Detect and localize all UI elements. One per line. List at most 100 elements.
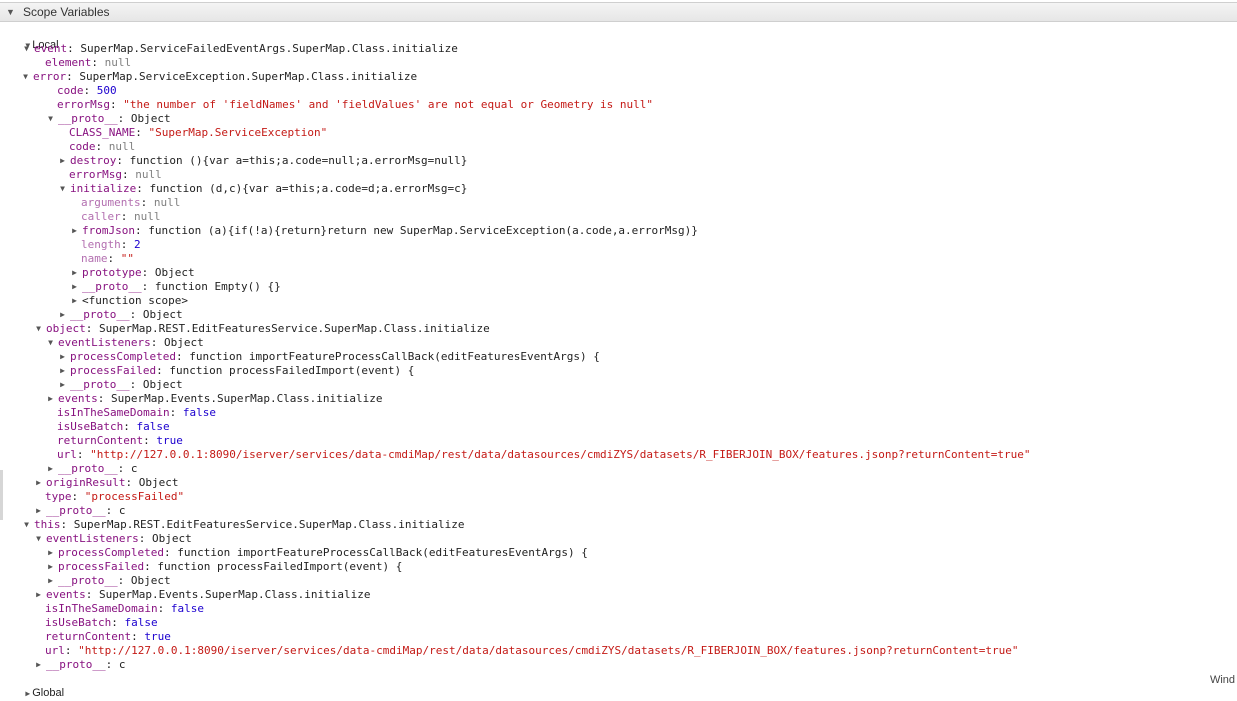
tree-row[interactable]: ▶ originResult: Object bbox=[36, 476, 179, 490]
scope-variables-header[interactable]: ▼ Scope Variables bbox=[0, 2, 1237, 22]
property-separator: : bbox=[175, 350, 190, 363]
expand-down-icon[interactable]: ▼ bbox=[22, 518, 31, 532]
property-name: __proto__ bbox=[70, 308, 130, 321]
property-separator: : bbox=[83, 84, 97, 97]
tree-row[interactable]: ▶ __proto__: Object bbox=[60, 378, 183, 392]
tree-row[interactable]: ▼ event: SuperMap.ServiceFailedEventArgs.… bbox=[24, 42, 458, 56]
property-separator: : bbox=[134, 224, 149, 237]
property-value: SuperMap.REST.EditFeaturesService.SuperM… bbox=[99, 322, 490, 335]
expand-right-icon[interactable]: ▶ bbox=[70, 224, 79, 238]
expand-right-icon[interactable]: ▶ bbox=[46, 574, 55, 588]
property-value: function (){var a=this;a.code=null;a.err… bbox=[129, 154, 468, 167]
tree-row[interactable]: ▶ processCompleted: function importFeatur… bbox=[60, 350, 600, 364]
tree-row[interactable]: ▼ __proto__: Object bbox=[48, 112, 171, 126]
expand-right-icon[interactable]: ▶ bbox=[46, 462, 55, 476]
property-separator: : bbox=[76, 448, 91, 461]
tree-row[interactable]: ▶ fromJson: function (a){if(!a){return}re… bbox=[72, 224, 698, 238]
tree-row[interactable]: ▼ error: SuperMap.ServiceException.SuperM… bbox=[23, 70, 417, 84]
expand-down-icon[interactable]: ▼ bbox=[21, 70, 30, 84]
expand-right-icon[interactable]: ▶ bbox=[34, 588, 43, 602]
expand-right-icon[interactable]: ▶ bbox=[70, 266, 79, 280]
expand-right-icon[interactable]: ▶ bbox=[58, 364, 67, 378]
property-separator: : bbox=[125, 476, 139, 489]
property-separator: : bbox=[117, 574, 131, 587]
property-separator: : bbox=[67, 42, 81, 55]
property-name: processCompleted bbox=[70, 350, 176, 363]
property-name: __proto__ bbox=[58, 462, 118, 475]
tree-row[interactable]: ▶ __proto__: c bbox=[36, 504, 125, 518]
tree-row[interactable]: ▶ processCompleted: function importFeatur… bbox=[48, 546, 588, 560]
tree-row[interactable]: ▶ events: SuperMap.Events.SuperMap.Class.… bbox=[36, 588, 370, 602]
expand-down-icon[interactable]: ▼ bbox=[34, 532, 43, 546]
property-separator: : bbox=[157, 602, 171, 615]
property-name: code bbox=[57, 84, 84, 97]
property-value: SuperMap.REST.EditFeaturesService.SuperM… bbox=[73, 518, 465, 531]
property-name: __proto__ bbox=[58, 574, 118, 587]
tree-row[interactable]: ▶ <function scope> bbox=[72, 294, 188, 308]
tree-row[interactable]: ▼ this: SuperMap.REST.EditFeaturesService… bbox=[24, 518, 465, 532]
property-value: function (d,c){var a=this;a.code=d;a.err… bbox=[149, 182, 468, 195]
property-name: returnContent bbox=[57, 434, 144, 447]
expand-down-icon[interactable]: ▼ bbox=[22, 42, 31, 56]
expand-right-icon[interactable]: ▶ bbox=[58, 378, 67, 392]
property-separator: : bbox=[163, 546, 178, 559]
tree-row[interactable]: ▶ __proto__: c bbox=[48, 462, 137, 476]
property-value: true bbox=[156, 434, 183, 447]
tree-row: code: null bbox=[69, 140, 135, 154]
tree-row[interactable]: ▶ __proto__: Object bbox=[60, 308, 183, 322]
expand-right-icon[interactable]: ▶ bbox=[58, 308, 67, 322]
property-name: destroy bbox=[70, 154, 117, 167]
property-separator: : bbox=[107, 252, 121, 265]
property-value: Object bbox=[138, 476, 179, 489]
collapse-triangle-icon[interactable]: ▼ bbox=[6, 3, 15, 21]
expand-right-icon[interactable]: ▶ bbox=[46, 560, 55, 574]
scope-variables-title: Scope Variables bbox=[23, 5, 110, 19]
tree-row[interactable]: ▶ __proto__: c bbox=[36, 658, 126, 672]
property-separator: : bbox=[129, 378, 143, 391]
property-separator: : bbox=[120, 210, 134, 223]
tree-row[interactable]: ▼ eventListeners: Object bbox=[48, 336, 204, 350]
expand-down-icon[interactable]: ▼ bbox=[58, 182, 67, 196]
left-resize-gutter[interactable] bbox=[0, 470, 3, 520]
property-name: url bbox=[57, 448, 77, 461]
expand-down-icon[interactable]: ▼ bbox=[34, 322, 43, 336]
property-name: eventListeners bbox=[46, 532, 139, 545]
expand-right-icon[interactable]: ▶ bbox=[70, 280, 79, 294]
tree-row: arguments: null bbox=[81, 196, 180, 210]
local-scope-row[interactable]: ▼ Local bbox=[10, 24, 58, 51]
tree-row[interactable]: ▶ prototype: Object bbox=[72, 266, 195, 280]
expand-right-icon[interactable]: ▶ bbox=[58, 350, 67, 364]
property-name: error bbox=[33, 70, 67, 83]
property-name: CLASS_NAME bbox=[69, 126, 136, 139]
expand-right-icon[interactable]: ▶ bbox=[34, 504, 43, 518]
expand-right-icon[interactable]: ▶ bbox=[46, 392, 55, 406]
expand-right-icon[interactable]: ▶ bbox=[46, 546, 55, 560]
property-separator: : bbox=[156, 364, 170, 377]
expand-down-icon[interactable]: ▼ bbox=[46, 112, 55, 126]
expand-right-icon[interactable]: ▶ bbox=[23, 687, 32, 701]
expand-right-icon[interactable]: ▶ bbox=[34, 658, 43, 672]
expand-down-icon[interactable]: ▼ bbox=[46, 336, 55, 350]
tree-row[interactable]: ▼ eventListeners: Object bbox=[36, 532, 192, 546]
property-separator: : bbox=[150, 336, 164, 349]
expand-right-icon[interactable]: ▶ bbox=[34, 476, 43, 490]
expand-right-icon[interactable]: ▶ bbox=[70, 294, 79, 308]
tree-row[interactable]: ▼ object: SuperMap.REST.EditFeaturesServi… bbox=[36, 322, 490, 336]
tree-row[interactable]: ▶ processFailed: function processFailedIm… bbox=[60, 364, 414, 378]
tree-row[interactable]: ▼ initialize: function (d,c){var a=this;a… bbox=[60, 182, 468, 196]
tree-row[interactable]: ▶ destroy: function (){var a=this;a.code=… bbox=[60, 154, 468, 168]
property-value: c bbox=[118, 658, 126, 671]
tree-row[interactable]: ▶ processFailed: function processFailedIm… bbox=[48, 560, 402, 574]
tree-row[interactable]: ▶ events: SuperMap.Events.SuperMap.Class.… bbox=[48, 392, 382, 406]
property-name: isInTheSameDomain bbox=[57, 406, 170, 419]
property-name: eventListeners bbox=[58, 336, 151, 349]
expand-right-icon[interactable]: ▶ bbox=[58, 154, 67, 168]
tree-row[interactable]: ▶ __proto__: function Empty() {} bbox=[72, 280, 281, 294]
tree-row: errorMsg: null bbox=[69, 168, 162, 182]
property-value: "http://127.0.0.1:8090/iserver/services/… bbox=[78, 644, 1019, 657]
tree-row[interactable]: ▶ __proto__: Object bbox=[48, 574, 171, 588]
global-scope-row[interactable]: ▶ Global bbox=[10, 672, 64, 699]
property-value: "http://127.0.0.1:8090/iserver/services/… bbox=[90, 448, 1031, 461]
tree-row: isUseBatch: false bbox=[57, 420, 170, 434]
property-separator: : bbox=[60, 518, 74, 531]
